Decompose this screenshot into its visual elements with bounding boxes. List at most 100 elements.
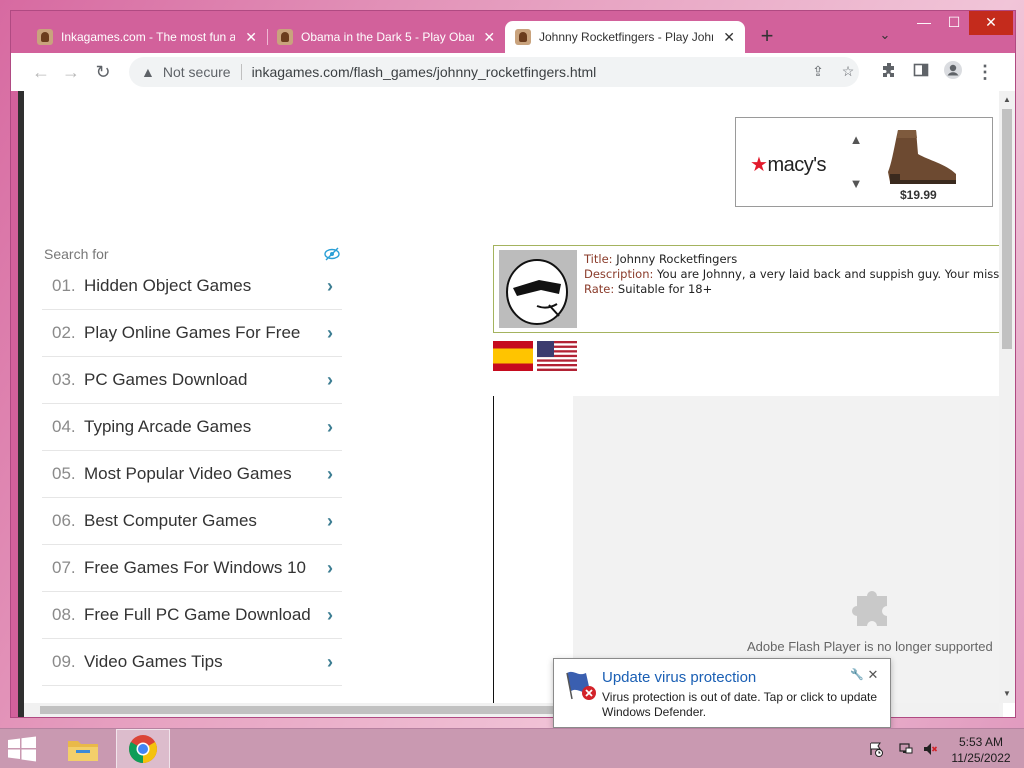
profile-avatar-icon[interactable] [941, 60, 965, 84]
tab-strip: Inkagames.com - The most fun and ... ✕ O… [11, 11, 1015, 53]
bookmark-star-icon[interactable]: ☆ [839, 63, 857, 81]
inkagames-favicon-icon [37, 29, 53, 45]
flash-unsupported-message: Adobe Flash Player is no longer supporte… [747, 639, 993, 654]
vertical-scrollbar[interactable]: ▲ ▼ [999, 91, 1015, 703]
side-panel-icon[interactable] [909, 60, 933, 84]
tab-title: Inkagames.com - The most fun and ... [61, 30, 236, 44]
browser-window: Inkagames.com - The most fun and ... ✕ O… [10, 10, 1016, 718]
chevron-right-icon: › [327, 557, 333, 578]
macys-ad[interactable]: ★macy's ▲ ▼ $19.99 [735, 117, 993, 207]
tab-close-icon[interactable]: ✕ [482, 29, 498, 46]
defender-notification[interactable]: Update virus protection Virus protection… [553, 658, 891, 728]
language-flags [493, 341, 577, 371]
list-item[interactable]: 03. PC Games Download › [42, 357, 342, 404]
macys-logo: ★macy's [750, 152, 827, 177]
list-item[interactable]: 04. Typing Arcade Games › [42, 404, 342, 451]
reload-button[interactable]: ↻ [91, 60, 115, 84]
warning-icon[interactable]: ▲ [141, 64, 155, 80]
chevron-right-icon: › [327, 369, 333, 390]
clock-date: 11/25/2022 [951, 751, 1011, 765]
title-key: Title: [584, 252, 613, 266]
url-text[interactable]: inkagames.com/flash_games/johnny_rocketf… [252, 64, 597, 80]
extensions-icon[interactable] [877, 60, 901, 84]
close-window-button[interactable]: ✕ [969, 11, 1013, 35]
horizontal-scroll-thumb[interactable] [40, 706, 600, 714]
forward-button[interactable]: → [59, 60, 83, 84]
chrome-taskbar-button[interactable] [116, 729, 170, 768]
privacy-eye-icon[interactable] [324, 247, 340, 261]
ad-up-arrow-icon[interactable]: ▲ [848, 132, 864, 148]
action-center-flag-icon[interactable] [868, 741, 884, 757]
left-edge-strip [18, 91, 24, 717]
list-item[interactable]: 05. Most Popular Video Games › [42, 451, 342, 498]
list-number: 05. [52, 464, 76, 483]
list-item[interactable]: 02. Play Online Games For Free › [42, 310, 342, 357]
scroll-down-arrow-icon[interactable]: ▼ [999, 687, 1015, 701]
tab-inkagames[interactable]: Inkagames.com - The most fun and ... ✕ [27, 21, 267, 53]
inkagames-favicon-icon [277, 29, 293, 45]
rate-key: Rate: [584, 282, 615, 296]
chrome-icon [129, 735, 157, 763]
browser-toolbar: ← → ↻ ▲ Not secure inkagames.com/flash_g… [11, 53, 1015, 91]
security-label[interactable]: Not secure [163, 64, 231, 80]
list-number: 03. [52, 370, 76, 389]
chevron-right-icon: › [327, 463, 333, 484]
boot-product-image[interactable] [876, 124, 962, 188]
notification-close-icon[interactable]: ✕ [866, 667, 880, 682]
list-number: 02. [52, 323, 76, 342]
list-item[interactable]: 09. Video Games Tips › [42, 639, 342, 686]
list-item[interactable]: 07. Free Games For Windows 10 › [42, 545, 342, 592]
ad-price: $19.99 [900, 188, 937, 202]
ad-brand: macy's [767, 154, 827, 176]
tab-close-icon[interactable]: ✕ [243, 29, 259, 46]
list-number: 06. [52, 511, 76, 530]
list-number: 09. [52, 652, 76, 671]
star-icon: ★ [750, 154, 768, 176]
windows-start-icon[interactable] [6, 736, 38, 762]
chevron-right-icon: › [327, 651, 333, 672]
list-label: Most Popular Video Games [84, 464, 292, 483]
list-item[interactable]: 08. Free Full PC Game Download › [42, 592, 342, 639]
list-item[interactable]: 01. Hidden Object Games › [42, 263, 342, 310]
new-tab-button[interactable]: + [755, 25, 779, 49]
list-label: Video Games Tips [84, 652, 223, 671]
tab-johnny-rocketfingers[interactable]: Johnny Rocketfingers - Play Johnny... ✕ [505, 21, 745, 53]
chevron-right-icon: › [327, 275, 333, 296]
list-label: Hidden Object Games [84, 276, 252, 295]
game-title-line: Title: Johnny Rocketfingers [584, 252, 1002, 267]
ad-down-arrow-icon[interactable]: ▼ [848, 176, 864, 192]
search-for-label: Search for [44, 246, 109, 262]
pin-icon[interactable]: 🔧 [850, 668, 864, 681]
list-label: Best Computer Games [84, 511, 257, 530]
game-info-box: Title: Johnny Rocketfingers Description:… [493, 245, 1003, 333]
game-divider [493, 396, 494, 717]
address-bar[interactable]: ▲ Not secure inkagames.com/flash_games/j… [129, 57, 859, 87]
list-item[interactable]: 06. Best Computer Games › [42, 498, 342, 545]
scroll-up-arrow-icon[interactable]: ▲ [999, 93, 1015, 107]
system-clock[interactable]: 5:53 AM 11/25/2022 [946, 734, 1016, 766]
tab-close-icon[interactable]: ✕ [721, 29, 737, 46]
back-button[interactable]: ← [29, 60, 53, 84]
share-icon[interactable]: ⇪ [809, 63, 827, 81]
file-explorer-taskbar-button[interactable] [56, 729, 110, 768]
network-icon[interactable] [898, 741, 914, 757]
vertical-scroll-thumb[interactable] [1002, 109, 1012, 349]
chevron-right-icon: › [327, 322, 333, 343]
us-flag-icon[interactable] [537, 341, 577, 371]
tab-search-button[interactable]: ⌄ [875, 27, 895, 47]
spanish-flag-icon[interactable] [493, 341, 533, 371]
list-number: 07. [52, 558, 76, 577]
menu-kebab-icon[interactable]: ⋮ [973, 60, 997, 84]
tab-obama-in-the-dark[interactable]: Obama in the Dark 5 - Play Obama... ✕ [267, 21, 505, 53]
game-description: You are Johnny, a very laid back and sup… [657, 267, 1003, 281]
list-label: Play Online Games For Free [84, 323, 301, 342]
game-thumbnail[interactable] [499, 250, 577, 328]
volume-muted-icon[interactable] [922, 741, 938, 757]
minimize-button[interactable]: — [909, 11, 939, 35]
tab-title: Johnny Rocketfingers - Play Johnny... [539, 30, 713, 44]
maximize-button[interactable]: ☐ [939, 11, 969, 35]
list-number: 04. [52, 417, 76, 436]
list-label: Free Full PC Game Download [84, 605, 311, 624]
url-separator [240, 64, 242, 80]
clock-time: 5:53 AM [958, 735, 1004, 749]
